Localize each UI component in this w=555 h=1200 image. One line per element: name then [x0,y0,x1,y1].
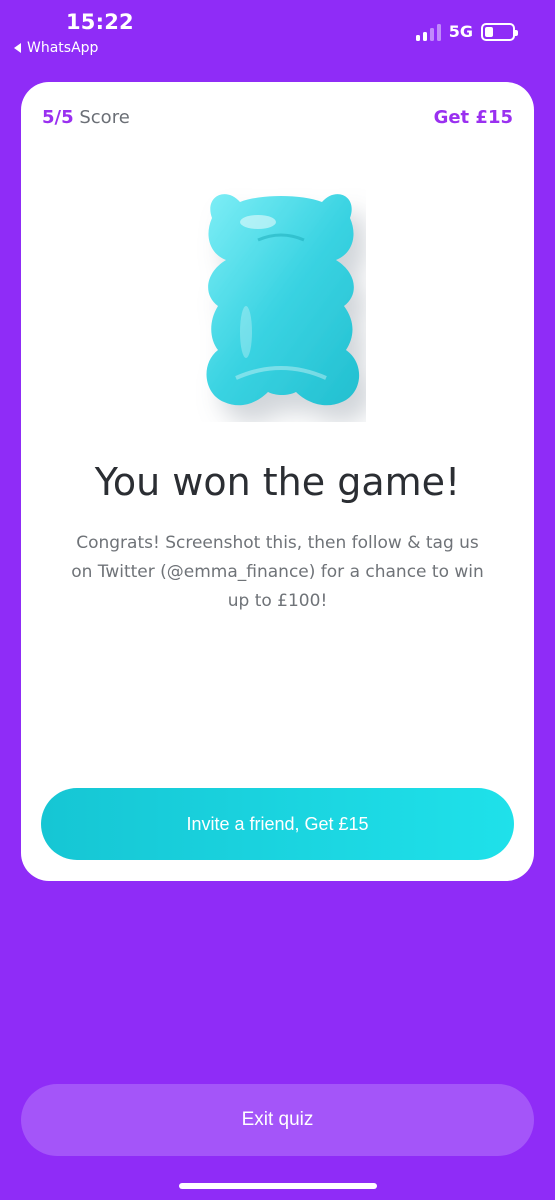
battery-icon [481,22,518,41]
network-label: 5G [448,22,473,41]
result-title: You won the game! [94,460,461,504]
status-indicators: 5G [415,22,518,41]
status-time: 15:22 [66,10,134,34]
score-label: Score [79,107,130,128]
back-arrow-icon [14,43,21,53]
score: 5/5 Score [42,107,130,128]
result-card: 5/5 Score Get £15 You won the game! Cong… [21,82,534,881]
gummy-bear-icon [196,182,366,422]
score-value: 5/5 [42,107,74,128]
result-message: Congrats! Screenshot this, then follow &… [71,533,484,611]
get-reward-link[interactable]: Get £15 [434,107,513,128]
home-indicator[interactable] [179,1183,377,1189]
signal-bars-icon [415,23,441,41]
back-app-label: WhatsApp [27,40,99,56]
invite-friend-button[interactable]: Invite a friend, Get £15 [41,788,514,860]
back-to-app-link[interactable]: WhatsApp [14,40,98,56]
exit-quiz-button[interactable]: Exit quiz [21,1084,534,1156]
